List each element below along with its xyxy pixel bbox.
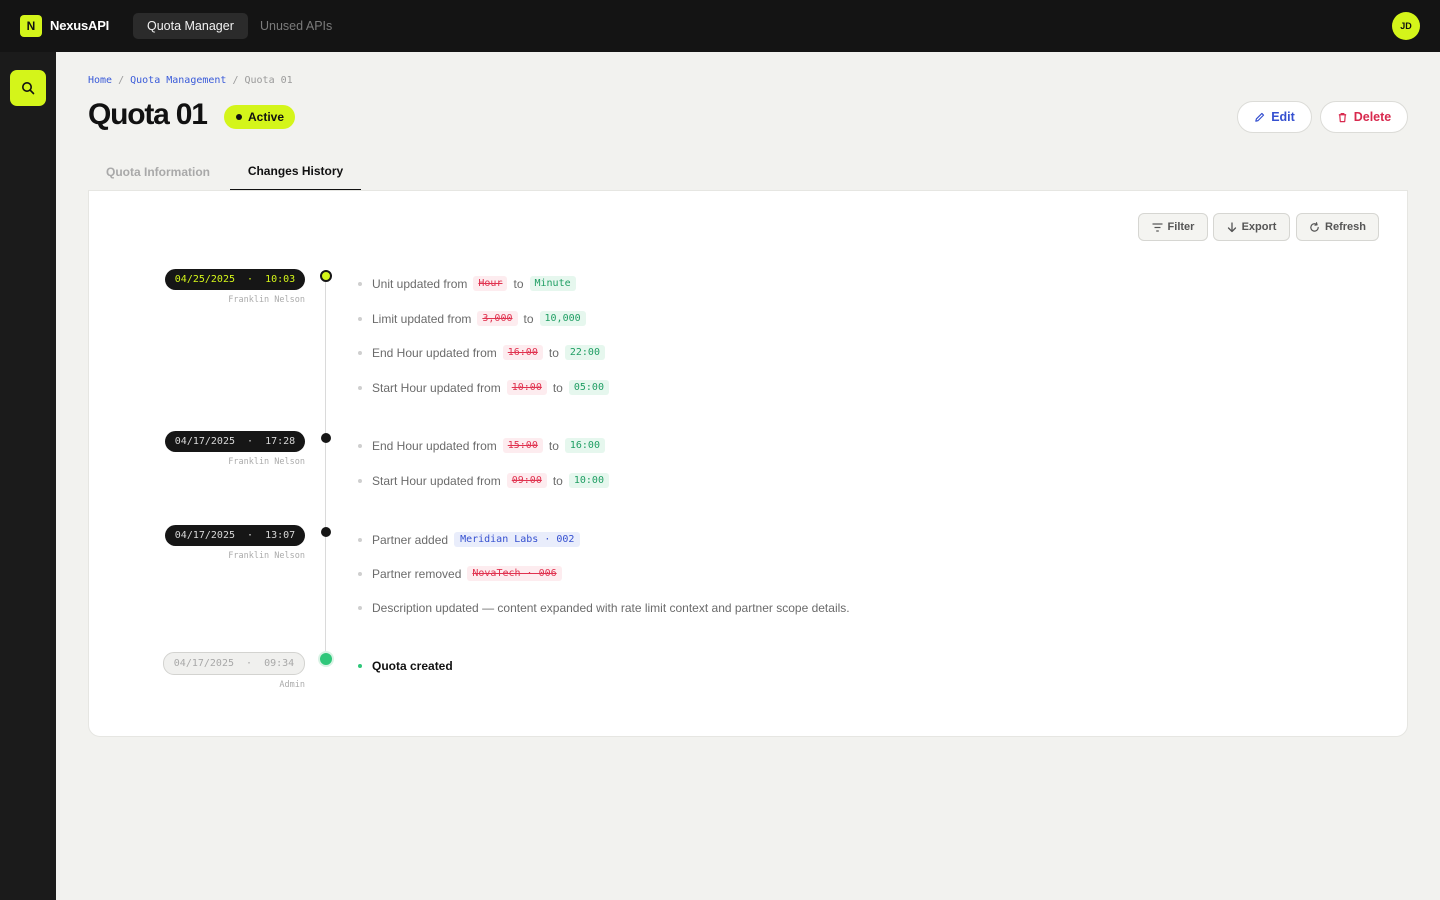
timeline-line <box>325 276 326 660</box>
filter-icon <box>1152 222 1163 232</box>
timeline-node <box>320 653 332 665</box>
sidebar <box>0 52 56 900</box>
search-icon <box>22 82 35 95</box>
bullet-icon <box>358 478 362 483</box>
change-label: Description updated — content expanded w… <box>372 601 850 615</box>
change-label: Partner added <box>372 532 449 547</box>
delete-button[interactable]: Delete <box>1320 101 1408 133</box>
new-value: 22:00 <box>564 345 605 360</box>
old-value: 09:00 <box>506 473 547 488</box>
change-label: Start Hour updated from <box>372 380 501 395</box>
refresh-label: Refresh <box>1325 221 1366 233</box>
entry-author: Franklin Nelson <box>228 295 305 305</box>
breadcrumb: Home / Quota Management / Quota 01 <box>88 75 293 86</box>
trash-icon <box>1338 112 1346 122</box>
new-value: 05:00 <box>568 380 609 395</box>
new-value: 16:00 <box>564 438 605 453</box>
app-name: NexusAPI <box>50 18 110 33</box>
change-item: End Hour updated from 15:00 to 16:00 <box>358 438 605 453</box>
change-label: Limit updated from <box>372 311 472 326</box>
change-item: End Hour updated from 16:00 to 22:00 <box>358 345 605 360</box>
change-item: Limit updated from 3,000 to 10,000 <box>358 311 586 326</box>
bullet-icon <box>358 281 362 286</box>
change-item: Start Hour updated from 10:00 to 05:00 <box>358 380 609 395</box>
old-value: 3,000 <box>477 311 518 326</box>
change-item: Partner removed NovaTech · 006 <box>358 566 562 581</box>
to-word: to <box>548 438 559 453</box>
refresh-icon <box>1310 221 1319 232</box>
entry-date: 04/25/2025 · 10:03 <box>165 269 305 290</box>
change-label: Quota created <box>372 659 453 673</box>
change-item: Start Hour updated from 09:00 to 10:00 <box>358 473 609 488</box>
change-label: End Hour updated from <box>372 438 497 453</box>
filter-button[interactable]: Filter <box>1138 213 1208 241</box>
entry-author: Admin <box>279 680 305 690</box>
change-label: Start Hour updated from <box>372 473 501 488</box>
search-button[interactable] <box>10 70 46 106</box>
breadcrumb-quota-management[interactable]: Quota Management <box>130 75 226 86</box>
entry-date: 04/17/2025 · 17:28 <box>165 431 305 452</box>
change-item: Description updated — content expanded w… <box>358 601 850 615</box>
entry-date: 04/17/2025 · 13:07 <box>165 525 305 546</box>
bullet-icon <box>358 385 362 390</box>
page-title: Quota 01 <box>88 98 208 131</box>
change-label: End Hour updated from <box>372 345 497 360</box>
breadcrumb-separator: / <box>118 75 125 86</box>
to-word: to <box>523 311 534 326</box>
new-value: Minute <box>529 276 576 291</box>
export-button[interactable]: Export <box>1213 213 1290 241</box>
removed-partner: NovaTech · 006 <box>467 566 562 581</box>
app-logo: N <box>20 15 42 37</box>
bullet-icon <box>358 443 362 448</box>
breadcrumb-home[interactable]: Home <box>88 75 112 86</box>
top-bar: N NexusAPI Quota Manager Unused APIs JD <box>0 0 1440 52</box>
delete-label: Delete <box>1353 110 1392 124</box>
entry-author: Franklin Nelson <box>228 457 305 467</box>
timeline-node <box>321 433 331 443</box>
bullet-icon <box>358 606 362 610</box>
nav-quota-manager[interactable]: Quota Manager <box>133 13 248 39</box>
pencil-icon <box>1255 112 1265 122</box>
change-item: Partner added Meridian Labs · 002 <box>358 532 581 547</box>
breadcrumb-current: Quota 01 <box>244 75 293 86</box>
to-word: to <box>513 276 524 291</box>
export-label: Export <box>1241 221 1277 233</box>
status-badge: Active <box>224 105 296 129</box>
old-value: 15:00 <box>502 438 543 453</box>
edit-button[interactable]: Edit <box>1237 101 1312 133</box>
old-value: 10:00 <box>506 380 547 395</box>
timeline-node <box>320 270 332 282</box>
to-word: to <box>552 473 563 488</box>
edit-label: Edit <box>1271 110 1295 124</box>
bullet-icon <box>358 664 362 668</box>
to-word: to <box>548 345 559 360</box>
change-label: Unit updated from <box>372 276 468 291</box>
entry-date: 04/17/2025 · 09:34 <box>163 652 305 675</box>
download-arrow-icon <box>1227 221 1236 232</box>
change-item: Unit updated from Hour to Minute <box>358 276 576 291</box>
bullet-icon <box>358 537 362 542</box>
partner-tag: Meridian Labs · 002 <box>454 532 581 547</box>
user-avatar[interactable]: JD <box>1392 12 1420 40</box>
to-word: to <box>552 380 563 395</box>
old-value: 16:00 <box>502 345 543 360</box>
bullet-icon <box>358 350 362 355</box>
change-item: Quota created <box>358 659 453 673</box>
bullet-icon <box>358 316 362 321</box>
new-value: 10,000 <box>539 311 586 326</box>
status-dot-icon <box>236 114 242 120</box>
filter-label: Filter <box>1167 221 1195 233</box>
status-label: Active <box>248 110 285 124</box>
nav-unused-apis[interactable]: Unused APIs <box>246 13 346 39</box>
bullet-icon <box>358 571 362 576</box>
tab-quota-information[interactable]: Quota Information <box>88 153 228 191</box>
tab-changes-history[interactable]: Changes History <box>230 153 361 191</box>
refresh-button[interactable]: Refresh <box>1296 213 1379 241</box>
old-value: Hour <box>473 276 508 291</box>
change-label: Partner removed <box>372 566 462 581</box>
timeline-node <box>321 527 331 537</box>
new-value: 10:00 <box>568 473 609 488</box>
entry-author: Franklin Nelson <box>228 551 305 561</box>
breadcrumb-separator: / <box>232 75 239 86</box>
